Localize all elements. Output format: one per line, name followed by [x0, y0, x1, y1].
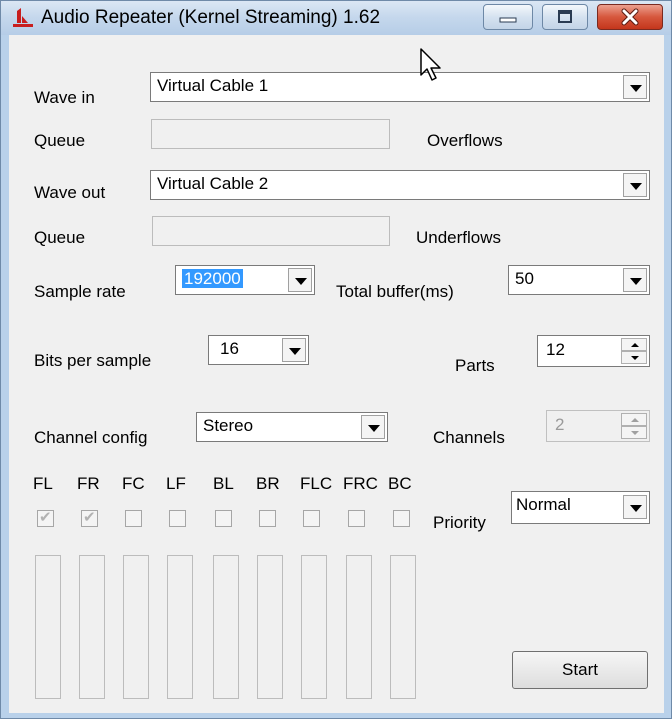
- speaker-label: LF: [166, 474, 186, 493]
- speaker-app-icon: [13, 8, 33, 27]
- channel-config-label: Channel config: [34, 428, 148, 447]
- level-meter-lf: [167, 555, 193, 699]
- priority-dropdown-icon[interactable]: [623, 495, 647, 519]
- speaker-checkbox-bc: [393, 510, 410, 527]
- spin-up-icon: [621, 413, 647, 426]
- speaker-checkbox-fc: [125, 510, 142, 527]
- speaker-checkbox-fl: [37, 508, 54, 527]
- overflows-label: Overflows: [427, 131, 503, 150]
- spin-down-icon[interactable]: [621, 351, 647, 364]
- channels-label: Channels: [433, 428, 505, 447]
- wave-in-label: Wave in: [34, 88, 95, 107]
- sample-rate-dropdown-icon[interactable]: [288, 268, 312, 292]
- parts-value: 12: [546, 340, 565, 359]
- speaker-label: FR: [77, 474, 100, 493]
- level-meter-bc: [390, 555, 416, 699]
- spin-down-icon: [621, 426, 647, 439]
- level-meter-fr: [79, 555, 105, 699]
- speaker-checkbox-br: [259, 510, 276, 527]
- speaker-label: BC: [388, 474, 412, 493]
- level-meter-fc: [123, 555, 149, 699]
- bits-per-sample-value: 16: [220, 339, 239, 358]
- speaker-label: FLC: [300, 474, 333, 493]
- channel-config-select[interactable]: Stereo: [196, 412, 388, 442]
- speaker-label: BR: [256, 474, 280, 493]
- channels-value: 2: [555, 415, 565, 434]
- total-buffer-dropdown-icon[interactable]: [623, 268, 647, 292]
- wave-in-select[interactable]: Virtual Cable 1: [150, 72, 650, 102]
- start-button[interactable]: Start: [512, 651, 648, 689]
- speaker-label: BL: [213, 474, 234, 493]
- total-buffer-label: Total buffer(ms): [336, 282, 454, 301]
- wave-out-label: Wave out: [34, 183, 106, 202]
- channels-spinner: 2: [546, 410, 650, 442]
- priority-label: Priority: [433, 513, 486, 532]
- sample-rate-value: 192000: [182, 269, 243, 288]
- speaker-label: FL: [33, 474, 53, 493]
- level-meter-fl: [35, 555, 61, 699]
- total-buffer-select[interactable]: 50: [508, 265, 650, 295]
- wave-out-queue-meter: [152, 216, 390, 246]
- wave-out-value: Virtual Cable 2: [157, 174, 269, 193]
- close-button[interactable]: [597, 4, 663, 30]
- bits-per-sample-select[interactable]: 16: [208, 335, 309, 365]
- close-icon: [621, 8, 639, 26]
- wave-in-dropdown-icon[interactable]: [623, 75, 647, 99]
- wave-out-dropdown-icon[interactable]: [623, 173, 647, 197]
- minimize-button[interactable]: [483, 4, 533, 30]
- priority-value: Normal: [516, 495, 571, 514]
- speaker-label: FC: [122, 474, 145, 493]
- sample-rate-label: Sample rate: [34, 282, 126, 301]
- speaker-checkbox-bl: [215, 510, 232, 527]
- speaker-checkbox-flc: [303, 510, 320, 527]
- level-meter-flc: [301, 555, 327, 699]
- wave-in-queue-label: Queue: [34, 131, 86, 150]
- total-buffer-value: 50: [515, 269, 534, 288]
- channel-config-value: Stereo: [203, 416, 254, 435]
- speaker-label: FRC: [343, 474, 378, 493]
- speaker-checkbox-frc: [348, 510, 365, 527]
- parts-spinner[interactable]: 12: [537, 335, 650, 367]
- level-meter-frc: [346, 555, 372, 699]
- wave-out-queue-label: Queue: [34, 228, 86, 247]
- wave-out-select[interactable]: Virtual Cable 2: [150, 170, 650, 200]
- bits-per-sample-dropdown-icon[interactable]: [282, 338, 306, 362]
- start-button-label: Start: [562, 660, 598, 679]
- minimize-icon: [499, 17, 517, 23]
- maximize-button[interactable]: [542, 4, 588, 30]
- channel-config-dropdown-icon[interactable]: [361, 415, 385, 439]
- maximize-icon: [558, 10, 572, 23]
- title-bar[interactable]: Audio Repeater (Kernel Streaming) 1.62: [1, 1, 671, 35]
- level-meter-bl: [213, 555, 239, 699]
- sample-rate-select[interactable]: 192000: [175, 265, 315, 295]
- wave-in-value: Virtual Cable 1: [157, 76, 269, 95]
- level-meter-br: [257, 555, 283, 699]
- bits-per-sample-label: Bits per sample: [34, 351, 152, 370]
- underflows-label: Underflows: [416, 228, 502, 247]
- client-area: Wave in Virtual Cable 1 Queue Overflows …: [9, 35, 664, 713]
- mouse-cursor-icon: [420, 48, 441, 81]
- speaker-checkbox-fr: [81, 508, 98, 527]
- app-window: Audio Repeater (Kernel Streaming) 1.62 W…: [0, 0, 672, 719]
- wave-in-queue-meter: [151, 119, 390, 149]
- window-title: Audio Repeater (Kernel Streaming) 1.62: [41, 7, 381, 28]
- spin-up-icon[interactable]: [621, 338, 647, 351]
- speaker-checkbox-lf: [169, 510, 186, 527]
- priority-select[interactable]: Normal: [511, 491, 650, 524]
- parts-label: Parts: [455, 356, 495, 375]
